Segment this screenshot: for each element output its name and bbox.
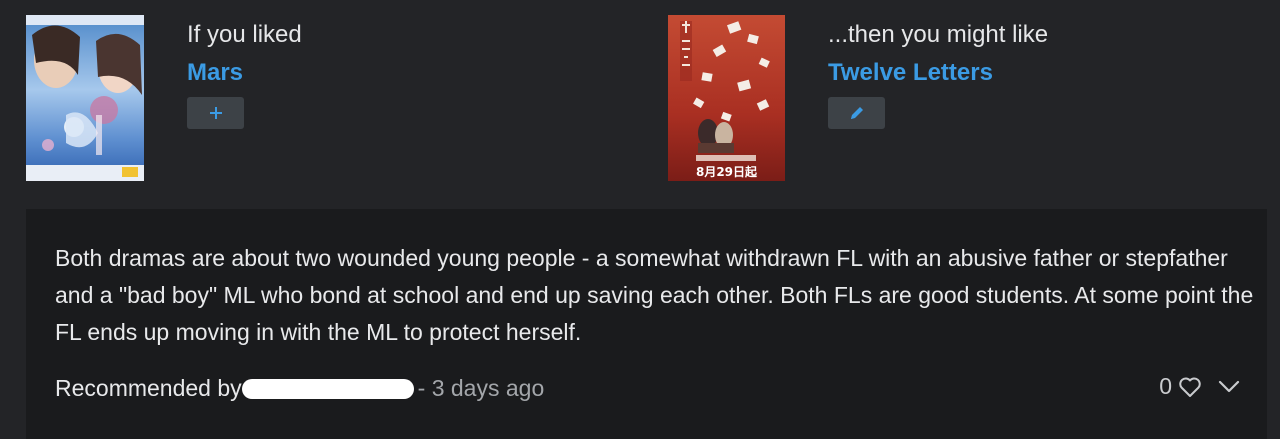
recommended-by-label: Recommended by — [55, 375, 242, 401]
time-ago: - 3 days ago — [417, 375, 545, 401]
if-you-liked-label: If you liked — [187, 21, 302, 48]
recommendation-header: If you liked Mars 8月29日起 ...then you mig… — [0, 0, 1280, 208]
chevron-down-icon — [1218, 380, 1240, 392]
plus-icon — [209, 107, 222, 119]
edit-button[interactable] — [828, 97, 885, 129]
expand-button[interactable] — [1218, 380, 1240, 394]
recommended-title-link[interactable]: Twelve Letters — [828, 59, 993, 87]
heart-icon — [1179, 377, 1201, 397]
source-title-link[interactable]: Mars — [187, 59, 243, 87]
poster-date-text: 8月29日起 — [695, 165, 758, 179]
recommendation-card: Both dramas are about two wounded young … — [26, 209, 1267, 439]
like-button[interactable] — [1178, 376, 1202, 398]
card-actions: 0 — [1159, 373, 1240, 400]
pencil-icon — [850, 107, 863, 119]
recommender-username[interactable] — [241, 379, 414, 399]
poster-mars[interactable] — [26, 15, 144, 181]
add-to-list-button[interactable] — [187, 97, 244, 129]
then-you-might-like-label: ...then you might like — [828, 21, 1049, 48]
review-text: Both dramas are about two wounded young … — [55, 245, 1254, 345]
recommendation-meta: Recommended by - 3 days ago — [55, 372, 544, 404]
poster-twelve-letters[interactable]: 8月29日起 — [668, 15, 785, 181]
like-count: 0 — [1159, 373, 1172, 399]
